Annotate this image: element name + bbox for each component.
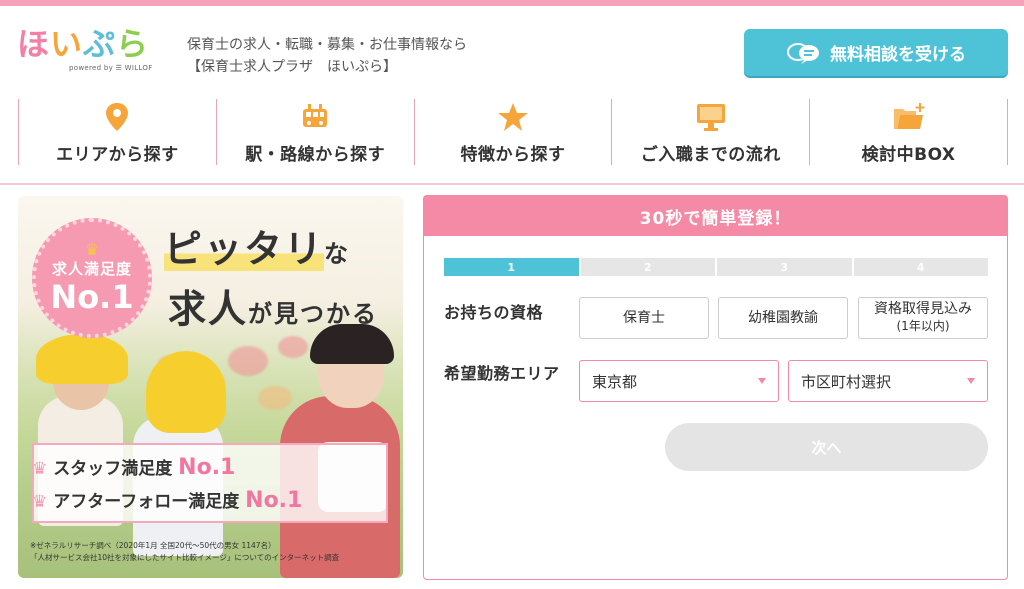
dropdown-arrow-icon bbox=[758, 378, 766, 384]
step-3: 3 bbox=[717, 258, 852, 276]
header-divider bbox=[0, 183, 1024, 185]
site-logo[interactable]: ほいぷら powered by ☰ WILLOF bbox=[17, 26, 162, 78]
nav-item-area[interactable]: エリアから探す bbox=[18, 99, 216, 165]
city-select[interactable]: 市区町村選択 bbox=[788, 360, 988, 402]
background-flower bbox=[228, 346, 268, 376]
yellow-hat bbox=[36, 334, 128, 384]
crown-icon: ♛ bbox=[84, 239, 100, 259]
tagline-line1: 保育士の求人・転職・募集・お仕事情報なら bbox=[187, 37, 467, 53]
badge-rank: No.1 bbox=[50, 277, 134, 316]
tagline-line2: 【保育士求人プラザ ほいぷら】 bbox=[187, 59, 397, 75]
award-label: スタッフ満足度 bbox=[53, 459, 173, 479]
step-indicator: 1 2 3 4 bbox=[444, 258, 988, 276]
powered-by-text: powered by ☰ WILLOF bbox=[69, 64, 153, 72]
step-4: 4 bbox=[853, 258, 988, 276]
award-rank: No.1 bbox=[178, 455, 236, 480]
prefecture-select[interactable]: 東京都 bbox=[579, 360, 779, 402]
headline-main: 求人 bbox=[168, 287, 249, 331]
background-flower bbox=[258, 386, 292, 410]
nav-label: 検討中BOX bbox=[861, 145, 956, 165]
yellow-hat bbox=[146, 351, 226, 433]
area-label: 希望勤務エリア bbox=[444, 364, 560, 383]
map-pin-icon bbox=[106, 103, 129, 131]
form-title: 30秒で簡単登録！ bbox=[424, 196, 1007, 236]
qual-option-kindergarten-teacher[interactable]: 幼稚園教諭 bbox=[718, 297, 848, 339]
headline-small: が見つかる bbox=[248, 300, 379, 328]
logo-char: い bbox=[50, 25, 84, 63]
nav-label: エリアから探す bbox=[56, 145, 179, 165]
step-2: 2 bbox=[580, 258, 715, 276]
dropdown-arrow-icon bbox=[967, 378, 975, 384]
main-nav: エリアから探す 駅・路線から探す 特徴から探す ご入職までの流れ 検討中BOX bbox=[18, 99, 1008, 165]
option-label: 幼稚園教諭 bbox=[748, 309, 818, 326]
top-accent-bar bbox=[0, 0, 1024, 6]
cta-label: 無料相談を受ける bbox=[830, 45, 966, 65]
banner-headline-2: 求人が見つかる bbox=[168, 278, 378, 333]
free-consultation-button[interactable]: 無料相談を受ける bbox=[744, 29, 1008, 76]
select-value: 東京都 bbox=[592, 372, 638, 391]
badge-label: 求人満足度 bbox=[51, 259, 132, 278]
headline-small: な bbox=[324, 240, 351, 268]
nav-item-favorites-box[interactable]: 検討中BOX bbox=[809, 99, 1008, 165]
qual-option-nursery-teacher[interactable]: 保育士 bbox=[579, 297, 709, 339]
option-sublabel: (1年以内) bbox=[896, 319, 950, 333]
nav-label: ご入職までの流れ bbox=[640, 145, 781, 165]
quick-registration-form: 30秒で簡単登録！ 1 2 3 4 お持ちの資格 保育士 幼稚園教諭 資格取得見… bbox=[423, 195, 1008, 580]
site-tagline: 保育士の求人・転職・募集・お仕事情報なら 【保育士求人プラザ ほいぷら】 bbox=[187, 34, 467, 78]
chat-bubble-icon bbox=[787, 42, 819, 64]
headline-main: ピッタリ bbox=[164, 227, 325, 271]
logo-char: ほ bbox=[17, 25, 51, 63]
logo-char: ら bbox=[116, 25, 150, 63]
satisfaction-badge: ♛ 求人満足度 No.1 bbox=[32, 218, 152, 338]
crown-icon: ♛ bbox=[32, 459, 48, 479]
nav-item-flow[interactable]: ご入職までの流れ bbox=[611, 99, 809, 165]
logo-char: ぷ bbox=[83, 25, 117, 63]
hero-banner[interactable]: ♛ 求人満足度 No.1 ピッタリな 求人が見つかる ♛ スタッフ満足度 No.1… bbox=[18, 196, 403, 578]
qualification-label: お持ちの資格 bbox=[444, 303, 544, 322]
award-staff: ♛ スタッフ満足度 No.1 bbox=[32, 454, 235, 480]
nav-item-features[interactable]: 特徴から探す bbox=[413, 99, 612, 165]
background-flower bbox=[278, 336, 308, 358]
footnote-line: ※ゼネラルリサーチ調べ（2020年1月 全国20代〜50代の男女 1147名） bbox=[30, 541, 276, 550]
award-label: アフターフォロー満足度 bbox=[53, 492, 240, 512]
logo-wordmark: ほいぷら bbox=[17, 26, 162, 62]
footnote-line: 「人材サービス会社10社を対象にしたサイト比較イメージ」についてのインターネット… bbox=[30, 553, 340, 562]
award-rank: No.1 bbox=[245, 488, 303, 513]
qual-option-expected-license[interactable]: 資格取得見込み (1年以内) bbox=[858, 297, 988, 339]
award-after-follow: ♛ アフターフォロー満足度 No.1 bbox=[32, 487, 302, 513]
step-1: 1 bbox=[444, 258, 579, 276]
monitor-icon bbox=[696, 104, 725, 131]
crown-icon: ♛ bbox=[32, 492, 48, 512]
select-value: 市区町村選択 bbox=[801, 372, 892, 391]
nav-label: 駅・路線から探す bbox=[245, 145, 386, 165]
option-label: 資格取得見込み bbox=[874, 301, 972, 317]
next-button[interactable]: 次へ bbox=[665, 423, 988, 471]
nav-label: 特徴から探す bbox=[460, 145, 566, 165]
nav-item-station[interactable]: 駅・路線から探す bbox=[215, 99, 414, 165]
star-icon bbox=[497, 103, 528, 131]
survey-footnote: ※ゼネラルリサーチ調べ（2020年1月 全国20代〜50代の男女 1147名） … bbox=[30, 540, 339, 564]
option-label: 保育士 bbox=[623, 309, 665, 326]
banner-headline-1: ピッタリな bbox=[164, 218, 350, 273]
folder-plus-icon bbox=[893, 103, 925, 129]
train-icon bbox=[303, 104, 328, 127]
